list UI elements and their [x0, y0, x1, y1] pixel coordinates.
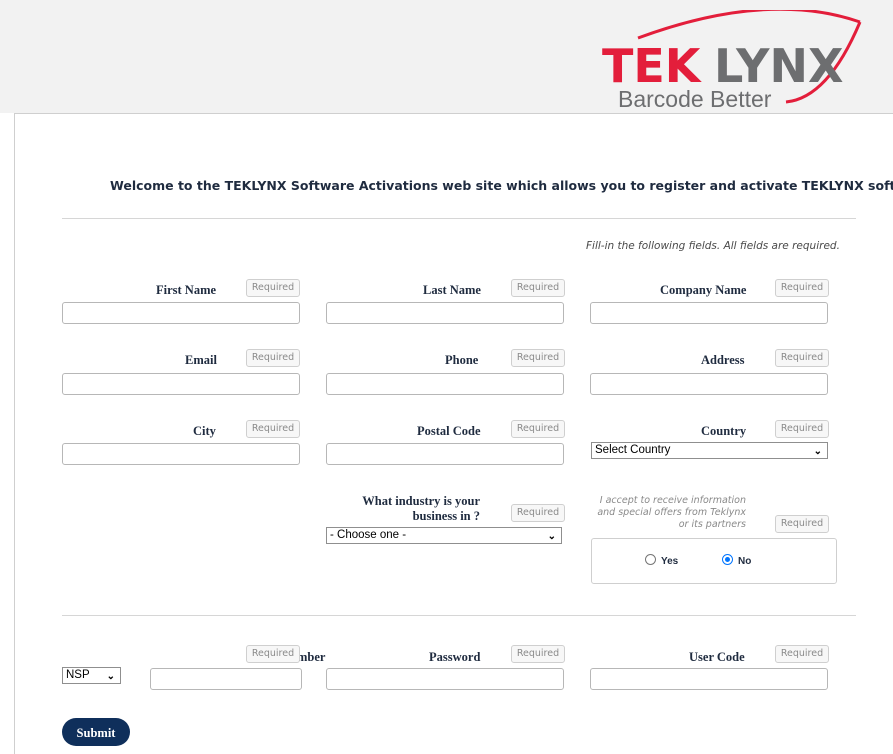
consent-yes-label[interactable]: Yes: [661, 556, 678, 567]
number-label-partial: mber: [297, 650, 326, 664]
required-badge: Required: [511, 279, 565, 297]
user-code-input[interactable]: [590, 668, 828, 690]
industry-label-line2: business in ?: [412, 509, 480, 523]
chevron-down-icon: ⌄: [813, 446, 822, 457]
company-name-label: Company Name: [660, 283, 747, 297]
postal-code-label: Postal Code: [417, 424, 481, 438]
submit-button[interactable]: Submit: [62, 718, 130, 746]
required-badge: Required: [775, 420, 829, 438]
last-name-label: Last Name: [423, 283, 481, 297]
country-select[interactable]: Select Country ⌄: [591, 442, 828, 459]
required-badge: Required: [511, 645, 565, 663]
required-badge: Required: [511, 349, 565, 367]
divider-top: [62, 218, 856, 219]
consent-no-radio[interactable]: [722, 554, 733, 565]
required-badge: Required: [775, 515, 829, 533]
postal-code-input[interactable]: [326, 443, 564, 465]
number-input[interactable]: [150, 668, 302, 690]
industry-label: What industry is your business in ?: [362, 494, 480, 524]
industry-select-value: - Choose one -: [330, 529, 407, 541]
phone-label: Phone: [445, 353, 479, 367]
required-badge: Required: [775, 279, 829, 297]
consent-radio-group: [591, 538, 837, 584]
consent-yes-radio[interactable]: [645, 554, 656, 565]
required-badge: Required: [246, 279, 300, 297]
phone-input[interactable]: [326, 373, 564, 395]
email-label: Email: [185, 353, 217, 367]
prefix-select-value: NSP: [66, 669, 90, 681]
first-name-input[interactable]: [62, 302, 300, 324]
country-select-value: Select Country: [595, 444, 671, 456]
company-name-input[interactable]: [590, 302, 828, 324]
password-input[interactable]: [326, 668, 564, 690]
city-label: City: [193, 424, 216, 438]
required-badge: Required: [775, 349, 829, 367]
required-badge: Required: [246, 349, 300, 367]
logo-text-red: TEK: [602, 39, 703, 93]
user-code-label: User Code: [689, 650, 745, 664]
chevron-down-icon: ⌄: [106, 671, 115, 682]
logo-text-gray: LYNX: [714, 39, 843, 93]
required-badge: Required: [511, 420, 565, 438]
country-label: Country: [701, 424, 747, 438]
first-name-label: First Name: [156, 283, 217, 297]
address-input[interactable]: [590, 373, 828, 395]
fill-note: Fill-in the following fields. All fields…: [586, 240, 840, 252]
required-badge: Required: [246, 420, 300, 438]
divider-bottom: [62, 615, 856, 616]
prefix-select[interactable]: NSP ⌄: [62, 667, 121, 684]
city-input[interactable]: [62, 443, 300, 465]
industry-select[interactable]: - Choose one - ⌄: [326, 527, 562, 544]
logo-tagline: Barcode Better: [618, 86, 772, 110]
consent-line3: or its partners: [678, 519, 746, 530]
welcome-text: Welcome to the TEKLYNX Software Activati…: [110, 178, 893, 193]
address-label: Address: [701, 353, 745, 367]
email-input[interactable]: [62, 373, 300, 395]
teklynx-logo: TEK LYNX Barcode Better: [598, 7, 893, 112]
consent-no-label[interactable]: No: [738, 556, 751, 567]
required-badge: Required: [511, 504, 565, 522]
password-label: Password: [429, 650, 481, 664]
required-badge: Required: [246, 645, 300, 663]
last-name-input[interactable]: [326, 302, 564, 324]
consent-line1: I accept to receive information: [599, 495, 746, 506]
consent-text: I accept to receive information and spec…: [592, 495, 746, 531]
required-badge: Required: [775, 645, 829, 663]
industry-label-line1: What industry is your: [362, 494, 480, 508]
consent-line2: and special offers from Teklynx: [597, 507, 746, 518]
chevron-down-icon: ⌄: [547, 531, 556, 542]
